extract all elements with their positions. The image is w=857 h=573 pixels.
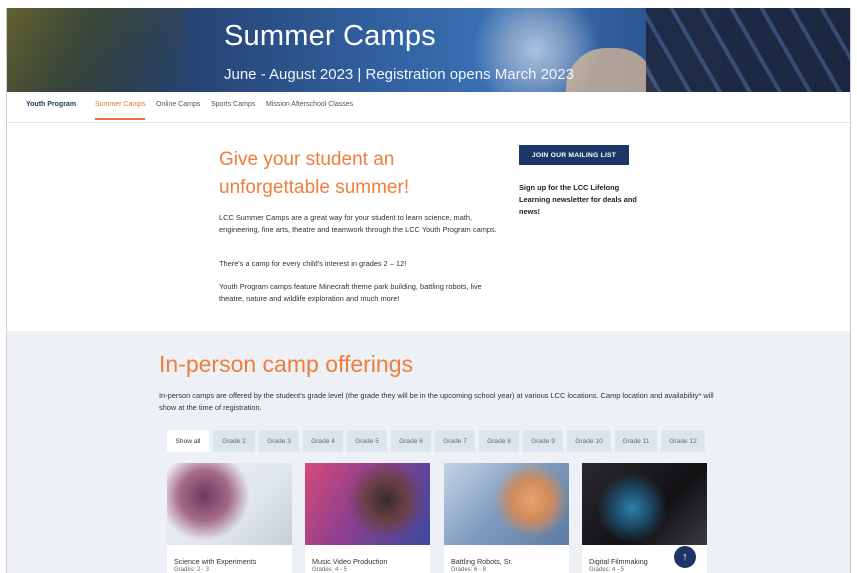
page-border [6, 8, 851, 573]
page: Summer Camps June - August 2023 | Regist… [0, 0, 857, 573]
